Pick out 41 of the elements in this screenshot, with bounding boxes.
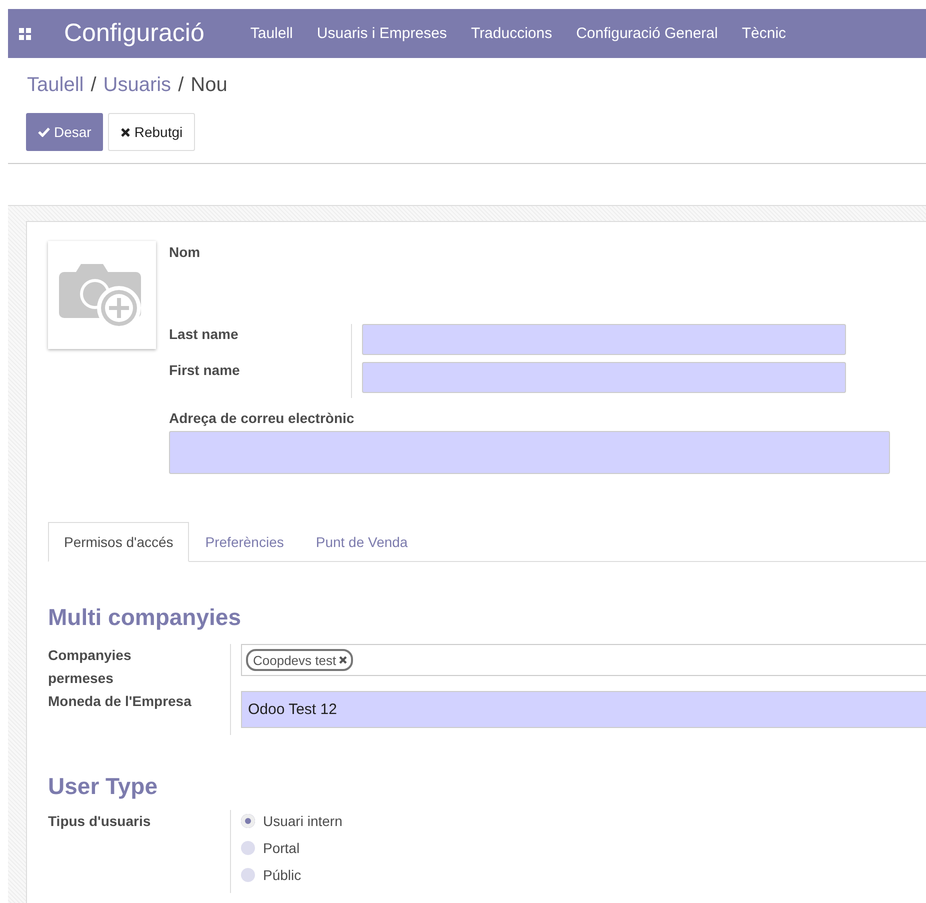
- radio-button[interactable]: [241, 868, 255, 882]
- close-icon: [121, 128, 130, 136]
- apps-menu-icon[interactable]: [19, 28, 31, 40]
- radio-label[interactable]: Usuari intern: [263, 813, 342, 829]
- menu-item[interactable]: Tècnic: [742, 25, 786, 42]
- input-field[interactable]: [362, 324, 846, 355]
- breadcrumb-current: Nou: [190, 74, 228, 98]
- tab[interactable]: Preferències: [189, 522, 300, 562]
- email-field[interactable]: [169, 431, 890, 474]
- field-label: Tipus d'usuaris: [48, 812, 152, 831]
- remove-icon[interactable]: [339, 656, 348, 664]
- company-tag[interactable]: Coopdevs test: [246, 649, 354, 671]
- save-button[interactable]: Desar: [26, 113, 104, 151]
- section-title: User Type: [48, 773, 159, 800]
- field-label: Moneda de l'Empresa: [48, 692, 192, 711]
- field-label: Nom: [169, 244, 202, 262]
- radio-label[interactable]: Públic: [263, 867, 302, 883]
- menu-item[interactable]: Traduccions: [470, 25, 552, 42]
- field-label: First name: [169, 362, 241, 378]
- menu-item[interactable]: Taulell: [250, 25, 293, 42]
- breadcrumb-separator: /: [90, 74, 96, 98]
- breadcrumb-separator: /: [178, 74, 184, 98]
- input-field[interactable]: [362, 362, 846, 393]
- select-field[interactable]: Odoo Test 12: [241, 691, 926, 728]
- radio-button[interactable]: [241, 814, 255, 828]
- check-icon: [38, 127, 50, 137]
- menu-item[interactable]: Configuració General: [576, 25, 718, 42]
- field-label: Last name: [169, 326, 240, 342]
- tab[interactable]: Punt de Venda: [300, 522, 424, 562]
- breadcrumb-link[interactable]: Usuaris: [103, 74, 172, 100]
- discard-button[interactable]: Rebutgi: [108, 113, 195, 151]
- field-label: Adreça de correu electrònic: [169, 410, 356, 426]
- field-label: Companyies permeses: [48, 646, 132, 688]
- radio-label[interactable]: Portal: [263, 840, 300, 856]
- app-title: Configuració: [64, 19, 204, 48]
- tags-field[interactable]: Coopdevs test: [241, 644, 926, 676]
- menu-item[interactable]: Usuaris i Empreses: [316, 25, 447, 42]
- section-title: Multi companyies: [48, 604, 242, 631]
- radio-button[interactable]: [241, 841, 255, 855]
- tab[interactable]: Permisos d'accés: [48, 522, 190, 562]
- breadcrumb-link[interactable]: Taulell: [27, 74, 84, 100]
